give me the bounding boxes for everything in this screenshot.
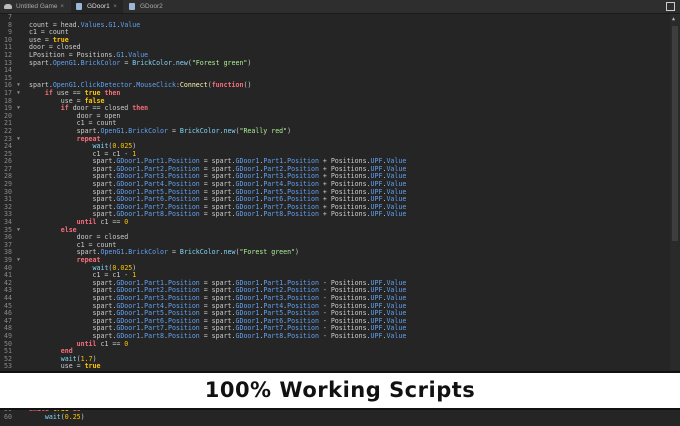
script-icon	[76, 3, 82, 10]
tab-label: GDoor1	[87, 3, 110, 10]
code-token: OpenG1	[100, 248, 125, 257]
code-token: UPF	[370, 210, 383, 219]
code-token: c1 ==	[96, 339, 125, 348]
code-token: BrickColor	[80, 58, 121, 67]
code-token: Position	[168, 331, 200, 340]
code-token: BrickColor	[128, 248, 168, 257]
code-line[interactable]: 10 use = true	[0, 36, 668, 45]
scrollbar[interactable]: ▲	[670, 14, 680, 370]
code-line[interactable]: 50 until c1 == 0	[0, 339, 668, 349]
code-token: BrickColor	[128, 126, 168, 135]
code-token: =	[167, 248, 180, 257]
tab-label: GDoor2	[140, 3, 163, 10]
code-token: )	[295, 248, 300, 257]
scrollbar-thumb[interactable]	[672, 26, 678, 241]
code-token: then	[132, 104, 149, 113]
code-editor[interactable]: 7 8 count = head.Values.G1.Value 9 c1 = coun…	[0, 13, 668, 371]
tab-untitled-game[interactable]: Untitled Game ×	[0, 0, 70, 13]
code-token: BrickColor.new	[132, 58, 188, 67]
code-token: Value	[386, 210, 407, 219]
code-token: GDoor1	[235, 210, 260, 219]
code-token: Position	[287, 331, 319, 340]
code-token: Part8	[144, 210, 165, 219]
code-token: 0	[124, 339, 129, 348]
code-token: use =	[29, 362, 85, 371]
code-token: - Positions.	[318, 331, 371, 340]
banner-text: 100% Working Scripts	[204, 378, 476, 402]
code-token: "Forest green"	[191, 58, 248, 67]
code-line[interactable]: 13 spart.OpenG1.BrickColor = BrickColor.n…	[0, 58, 668, 68]
code-token: )	[247, 58, 252, 67]
code-token: )	[287, 126, 292, 135]
code-text: spart.OpenG1.BrickColor = BrickColor.new…	[29, 58, 252, 68]
code-token: Part8	[144, 331, 165, 340]
fold-chevron-icon[interactable]: ▼	[17, 82, 20, 90]
code-token: "Really red"	[239, 126, 288, 135]
tab-bar: Untitled Game × GDoor1 × GDoor2	[0, 0, 680, 14]
code-token: Value	[120, 20, 141, 29]
code-line[interactable]: 60 wait(0.25)	[0, 412, 680, 422]
fold-chevron-icon[interactable]: ▼	[17, 136, 20, 144]
code-token: Values	[80, 20, 105, 29]
code-line[interactable]: 34 until c1 == 0	[0, 218, 668, 227]
code-token: BrickColor.new	[179, 248, 236, 257]
code-token: Position	[168, 210, 200, 219]
code-token: Part8	[263, 210, 284, 219]
code-line[interactable]: 9 c1 = count	[0, 28, 668, 37]
tab-label: Untitled Game	[16, 3, 58, 10]
promo-banner: 100% Working Scripts	[0, 371, 680, 410]
code-token: Part8	[263, 331, 284, 340]
code-token: c1 ==	[96, 218, 125, 227]
code-token: function	[211, 81, 244, 90]
code-token: Position	[287, 210, 319, 219]
code-token: Value	[386, 331, 407, 340]
tab-gdoor2[interactable]: GDoor2	[124, 0, 169, 13]
close-icon[interactable]: ×	[60, 0, 64, 13]
code-token: spart.	[29, 58, 53, 67]
code-token: + Positions.	[318, 210, 371, 219]
code-token: "Forest green"	[239, 248, 296, 257]
fold-chevron-icon[interactable]: ▼	[17, 227, 20, 235]
line-number: 53	[4, 362, 12, 371]
code-token: OpenG1	[100, 126, 125, 135]
code-token: 0.25	[64, 412, 81, 421]
code-line[interactable]: 14	[0, 67, 668, 75]
code-token: = spart.	[199, 210, 236, 219]
code-token: GDoor1	[235, 331, 260, 340]
code-token: )	[80, 412, 85, 421]
restore-window-icon[interactable]	[666, 2, 675, 11]
line-number: 60	[4, 412, 12, 421]
code-token: = spart.	[199, 331, 236, 340]
code-token: then	[104, 88, 121, 97]
code-token: until	[76, 218, 97, 227]
code-token: until	[76, 339, 97, 348]
scroll-up-icon[interactable]: ▲	[672, 16, 675, 22]
code-token: true	[84, 362, 101, 371]
code-token: ()	[243, 81, 252, 90]
code-token: OpenG1	[52, 58, 77, 67]
code-text: use = true	[29, 362, 101, 371]
code-token: UPF	[370, 331, 383, 340]
fold-chevron-icon[interactable]: ▼	[17, 257, 20, 265]
code-token: BrickColor.new	[179, 126, 236, 135]
code-token: wait	[44, 412, 61, 421]
code-line[interactable]: 51 end	[0, 347, 668, 356]
script-icon	[129, 3, 135, 10]
code-line[interactable]: 8 count = head.Values.G1.Value	[0, 20, 668, 30]
fold-chevron-icon[interactable]: ▼	[17, 90, 20, 98]
tab-gdoor1[interactable]: GDoor1 ×	[71, 0, 123, 13]
fold-chevron-icon[interactable]: ▼	[17, 105, 20, 113]
code-token: Connect	[179, 81, 208, 90]
code-token: 0	[124, 218, 129, 227]
close-icon[interactable]: ×	[113, 0, 117, 13]
code-text: wait(0.25)	[29, 412, 85, 422]
code-token: =	[120, 58, 133, 67]
code-line[interactable]: 53 use = true	[0, 363, 668, 371]
code-token: MouseClick	[136, 81, 176, 90]
cloud-icon	[4, 4, 12, 9]
code-token: =	[167, 126, 180, 135]
